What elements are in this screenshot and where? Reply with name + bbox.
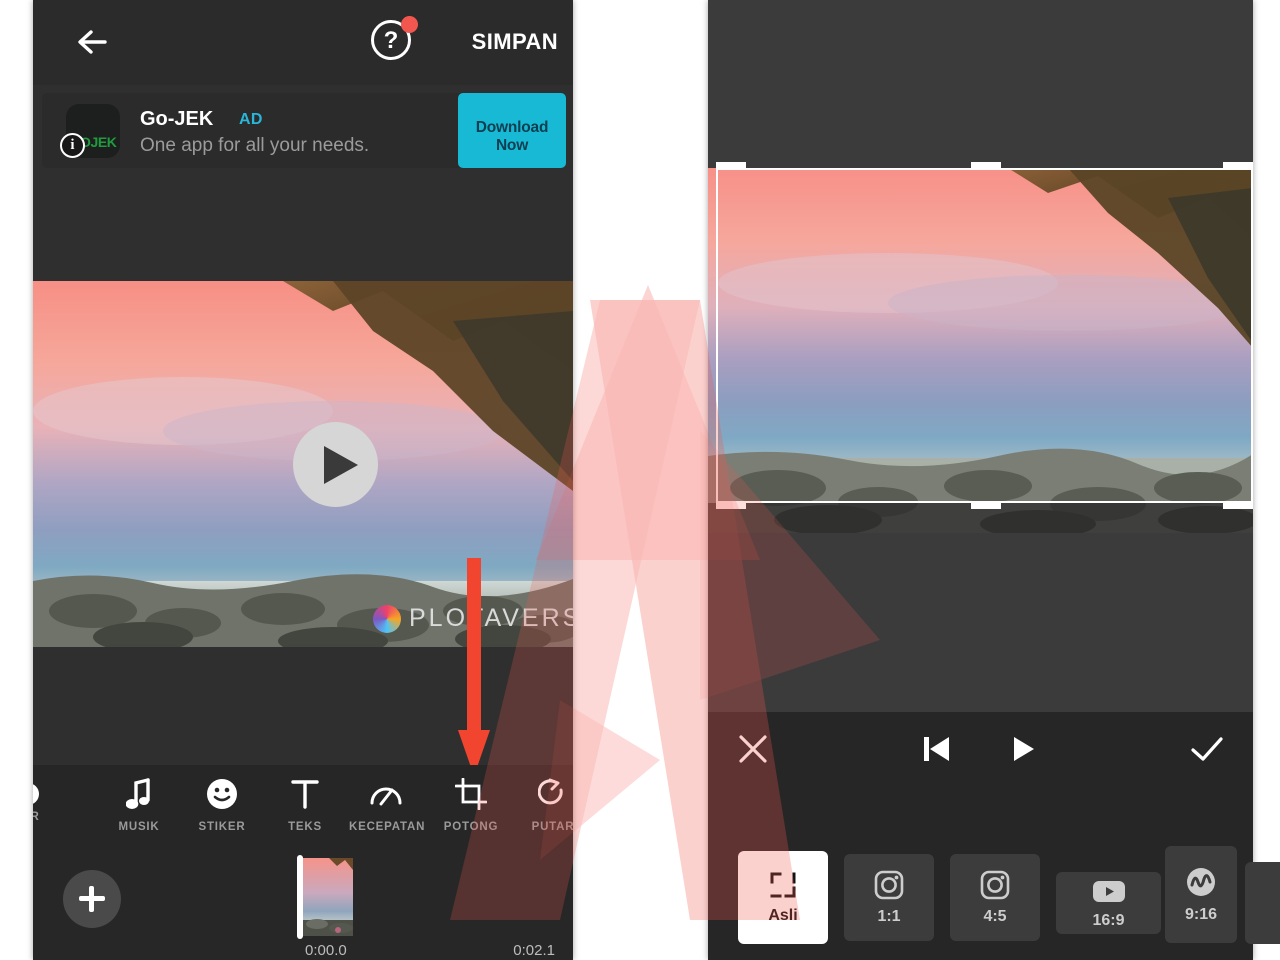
tool-label: TEKS — [288, 821, 322, 833]
help-notification-dot — [401, 16, 418, 33]
music-note-icon — [102, 773, 176, 815]
speed-gauge-icon — [349, 773, 423, 815]
sidebar-item-potong[interactable]: POTONG — [434, 773, 508, 833]
timeline-playhead[interactable] — [297, 855, 303, 939]
crop-handle-top-left[interactable] — [716, 162, 746, 170]
ratio-option-16-9[interactable]: 16:9 — [1056, 872, 1161, 934]
ratio-label: 4:5 — [983, 908, 1007, 925]
crop-stage — [708, 0, 1253, 712]
crop-dim-top — [708, 0, 1253, 168]
timeline-clip-thumbnail[interactable] — [303, 858, 353, 936]
timeline-bar: 0:00.0 0:02.1 — [33, 850, 573, 960]
crop-handle-bottom-left[interactable] — [716, 501, 746, 509]
text-t-icon — [268, 773, 342, 815]
sidebar-item-kecepatan[interactable]: KECEPATAN — [349, 773, 426, 833]
sidebar-item-filter[interactable]: R — [33, 773, 65, 823]
confirm-crop-button[interactable] — [1184, 726, 1230, 772]
tool-label: KECEPATAN — [349, 821, 426, 833]
screenshot-root: ? SIMPAN GOJEK i Go-JEK AD One app for a… — [0, 0, 1280, 960]
timeline-end-time: 0:02.1 — [513, 942, 555, 959]
ad-subtitle: One app for all your needs. — [140, 135, 370, 156]
editor-toolbar: R MUSIK STIKER TEKS KECEPATAN POTONG PUT… — [33, 765, 573, 850]
sidebar-item-stiker[interactable]: STIKER — [185, 773, 259, 833]
ratio-option-9-16[interactable]: 9:16 — [1165, 846, 1237, 943]
musically-icon — [1187, 868, 1215, 896]
ratio-option-next-partial[interactable] — [1245, 862, 1280, 944]
tool-label: PUTAR — [531, 821, 573, 833]
aspect-ratio-selector: Asli 1:1 4:5 16:9 9:16 — [708, 784, 1253, 960]
ratio-label: 1:1 — [877, 908, 901, 925]
instagram-icon — [980, 870, 1010, 900]
crop-frame[interactable] — [716, 162, 1253, 509]
ad-title: Go-JEK — [140, 108, 214, 130]
crop-icon — [434, 773, 508, 815]
back-arrow-icon[interactable] — [73, 22, 117, 62]
ad-badge: AD — [239, 111, 263, 128]
tool-label: STIKER — [198, 821, 246, 833]
add-clip-icon[interactable] — [63, 870, 121, 928]
help-question-icon[interactable]: ? — [371, 16, 418, 64]
ratio-option-asli[interactable]: Asli — [738, 851, 828, 944]
ratio-label: Asli — [768, 907, 798, 924]
play-icon — [324, 446, 358, 484]
ad-info-icon[interactable]: i — [60, 133, 85, 158]
crop-handle-top-center[interactable] — [971, 162, 1001, 170]
sidebar-item-musik[interactable]: MUSIK — [102, 773, 176, 833]
sticker-smiley-icon — [185, 773, 259, 815]
instagram-icon — [874, 870, 904, 900]
youtube-icon — [1092, 880, 1125, 902]
expand-corners-icon — [770, 872, 796, 898]
crop-control-bar — [708, 712, 1253, 784]
sidebar-item-teks[interactable]: TEKS — [268, 773, 342, 833]
ad-download-label: Download Now — [475, 119, 549, 154]
crop-handle-bottom-center[interactable] — [971, 501, 1001, 509]
ratio-option-4-5[interactable]: 4:5 — [950, 854, 1040, 941]
left-top-bar: ? SIMPAN — [33, 0, 573, 85]
timeline-start-time: 0:00.0 — [305, 942, 347, 959]
ad-banner[interactable]: GOJEK i Go-JEK AD One app for all your n… — [42, 93, 566, 168]
ratio-label: 16:9 — [1092, 911, 1125, 929]
play-button[interactable] — [1000, 726, 1046, 772]
rewind-button[interactable] — [913, 726, 959, 772]
rotate-icon — [516, 773, 573, 815]
tool-label: R — [33, 811, 40, 823]
cancel-crop-button[interactable] — [730, 726, 776, 772]
save-button[interactable]: SIMPAN — [472, 29, 558, 55]
crop-handle-bottom-right[interactable] — [1223, 501, 1253, 509]
crop-handle-top-right[interactable] — [1223, 162, 1253, 170]
plotaverse-watermark-label: PLOTAVERSE — [409, 604, 573, 632]
play-button[interactable] — [293, 422, 378, 507]
crop-stage-fill — [708, 533, 1253, 712]
ad-download-button[interactable]: Download Now — [458, 93, 566, 168]
sidebar-item-putar[interactable]: PUTAR — [516, 773, 573, 833]
ratio-label: 9:16 — [1184, 906, 1218, 923]
annotation-arrow-icon — [457, 558, 491, 780]
right-phone-panel: Asli 1:1 4:5 16:9 9:16 — [708, 0, 1253, 960]
filter-icon — [33, 783, 39, 805]
tool-label: MUSIK — [118, 821, 160, 833]
tool-label: POTONG — [443, 821, 499, 833]
plotaverse-logo-icon — [373, 604, 401, 633]
left-phone-panel: ? SIMPAN GOJEK i Go-JEK AD One app for a… — [33, 0, 573, 960]
ratio-option-1-1[interactable]: 1:1 — [844, 854, 934, 941]
